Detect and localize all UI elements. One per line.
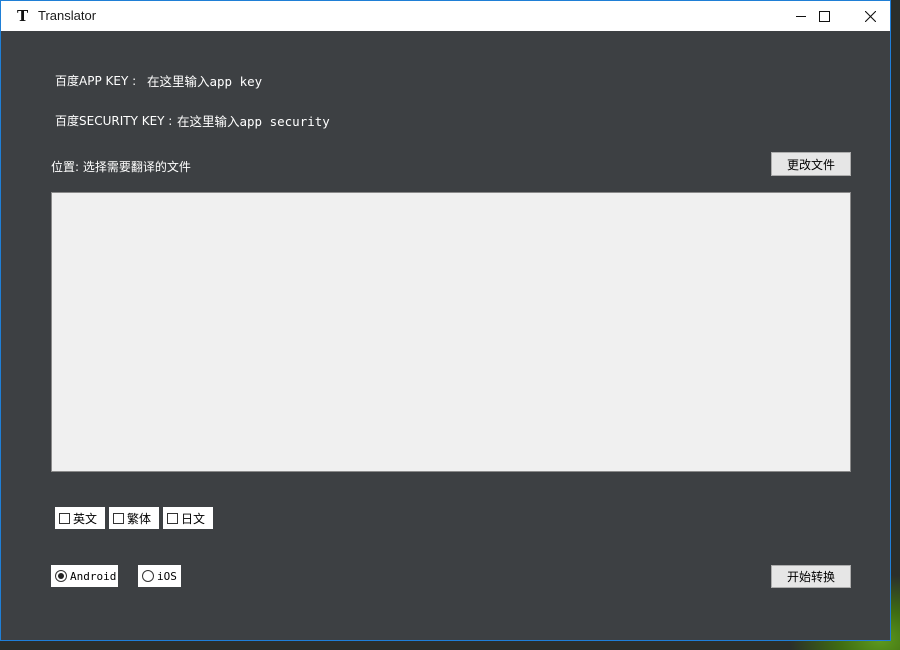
- window-title: Translator: [38, 8, 97, 23]
- checkbox-box: [167, 512, 178, 524]
- translator-window: T Translator 百度APP KEY : 在这里输入app key 百度…: [0, 0, 891, 641]
- radio-unselected-icon: [142, 570, 154, 582]
- file-content-textarea[interactable]: [51, 192, 851, 472]
- checkbox-label: 繁体: [127, 511, 152, 526]
- maximize-icon: [818, 10, 830, 22]
- security-key-input[interactable]: 在这里输入app security: [177, 111, 330, 130]
- app-key-label: 百度APP KEY :: [55, 74, 137, 88]
- window-content: 百度APP KEY : 在这里输入app key 百度SECURITY KEY …: [1, 31, 890, 640]
- radio-label: iOS: [157, 569, 177, 583]
- close-button[interactable]: [847, 1, 893, 31]
- checkbox-label: 日文: [181, 511, 206, 526]
- t-logo-icon: T: [17, 7, 29, 25]
- app-key-input[interactable]: 在这里输入app key: [147, 71, 262, 90]
- title-bar[interactable]: T Translator: [1, 1, 890, 31]
- checkbox-english[interactable]: 英文: [55, 507, 105, 529]
- maximize-button[interactable]: [801, 1, 847, 31]
- checkbox-japanese[interactable]: 日文: [163, 507, 213, 529]
- location-label: 位置: 选择需要翻译的文件: [51, 160, 191, 174]
- change-file-button[interactable]: 更改文件: [771, 152, 851, 176]
- checkbox-box: [59, 512, 70, 524]
- radio-selected-icon: [55, 570, 67, 582]
- start-convert-button[interactable]: 开始转换: [771, 565, 851, 588]
- radio-ios[interactable]: iOS: [138, 565, 181, 587]
- checkbox-box: [113, 512, 124, 524]
- checkbox-traditional-chinese[interactable]: 繁体: [109, 507, 159, 529]
- checkbox-label: 英文: [73, 511, 98, 526]
- radio-android[interactable]: Android: [51, 565, 118, 587]
- radio-label: Android: [70, 569, 117, 583]
- close-icon: [864, 10, 876, 22]
- security-key-label: 百度SECURITY KEY :: [55, 114, 173, 128]
